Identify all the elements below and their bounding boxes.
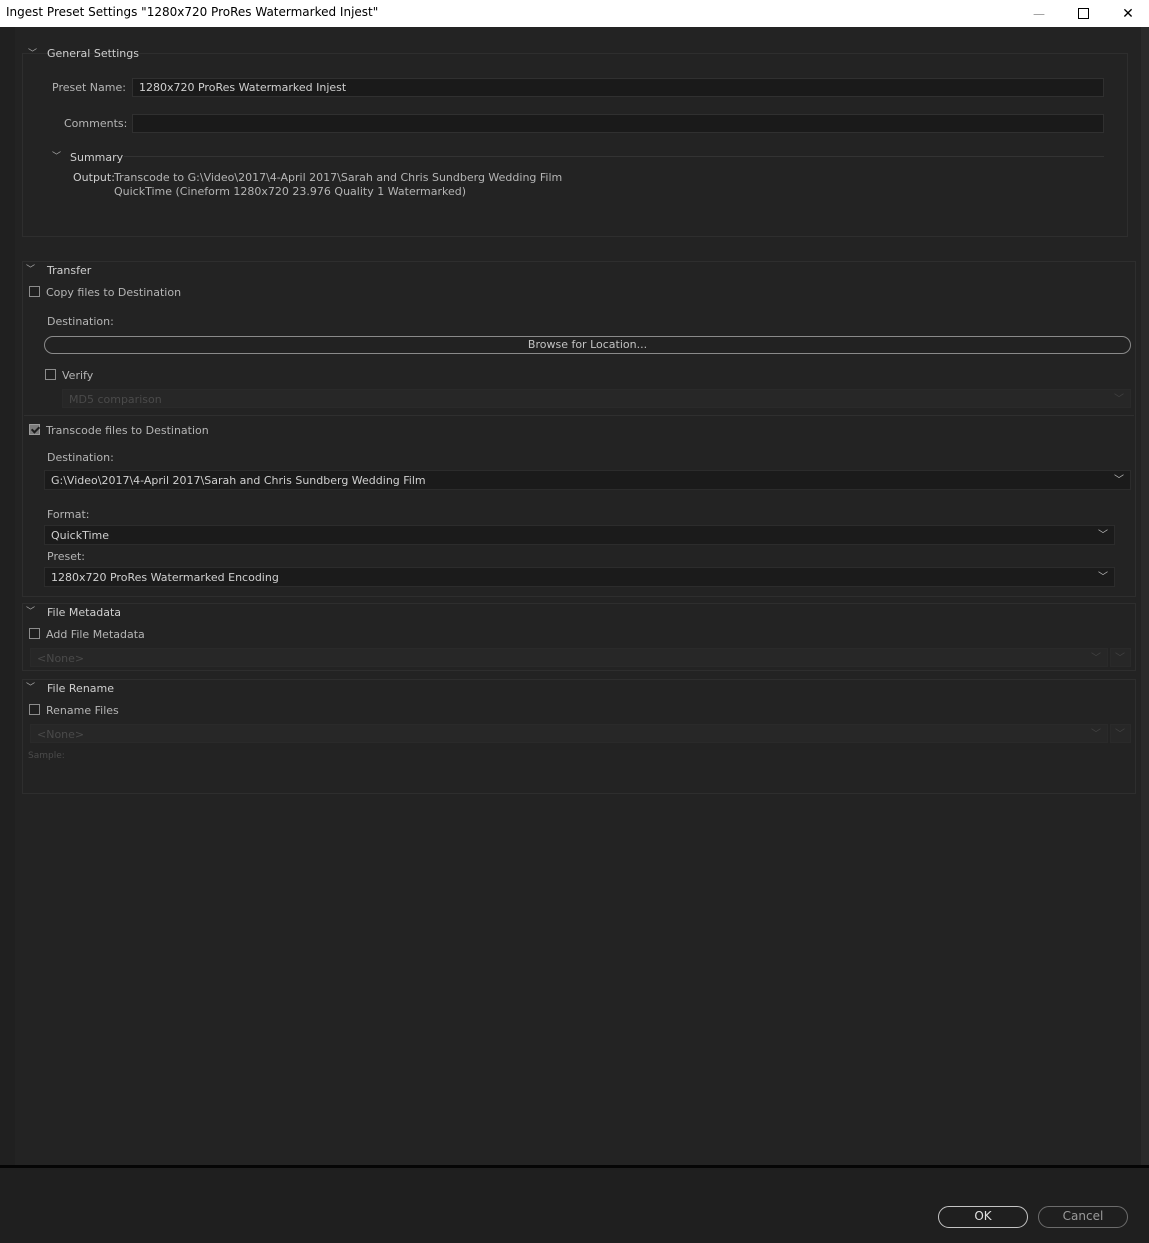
copy-destination-label: Destination: bbox=[47, 315, 114, 328]
file-metadata-heading: File Metadata bbox=[47, 606, 121, 619]
maximize-icon bbox=[1077, 8, 1089, 19]
ok-button[interactable]: OK bbox=[938, 1206, 1028, 1228]
summary-divider bbox=[124, 156, 1104, 157]
format-select[interactable]: QuickTime ﹀ bbox=[44, 525, 1115, 545]
chevron-down-icon[interactable]: ﹀ bbox=[26, 262, 35, 275]
format-label: Format: bbox=[47, 508, 90, 521]
chevron-down-icon: ﹀ bbox=[1091, 653, 1101, 664]
browse-location-button[interactable]: Browse for Location... bbox=[44, 336, 1131, 354]
title-bar: Ingest Preset Settings "1280x720 ProRes … bbox=[0, 0, 1149, 27]
verify-method-select[interactable]: MD5 comparison ﹀ bbox=[62, 389, 1131, 408]
rename-options-button[interactable]: ﹀ bbox=[1110, 724, 1131, 743]
chevron-down-icon: ﹀ bbox=[1098, 530, 1108, 541]
close-icon: ✕ bbox=[1122, 5, 1134, 22]
output-line-1: Transcode to G:\Video\2017\4-April 2017\… bbox=[114, 171, 563, 184]
maximize-button[interactable] bbox=[1060, 0, 1106, 27]
chevron-down-icon: ﹀ bbox=[1091, 729, 1101, 740]
output-line-2: QuickTime (Cineform 1280x720 23.976 Qual… bbox=[114, 185, 467, 198]
metadata-options-button[interactable]: ﹀ bbox=[1110, 648, 1131, 667]
rename-template-value: <None> bbox=[37, 728, 85, 741]
rename-template-select[interactable]: <None> ﹀ bbox=[30, 724, 1108, 743]
chevron-down-icon: ﹀ bbox=[1115, 729, 1125, 740]
transfer-heading: Transfer bbox=[47, 264, 92, 277]
chevron-down-icon: ﹀ bbox=[1114, 475, 1124, 486]
general-settings-heading: General Settings bbox=[47, 47, 139, 60]
transfer-divider bbox=[24, 415, 1134, 416]
chevron-down-icon[interactable]: ﹀ bbox=[28, 46, 37, 59]
chevron-down-icon: ﹀ bbox=[1114, 394, 1124, 405]
transcode-files-checkbox[interactable] bbox=[29, 424, 40, 435]
preset-label: Preset: bbox=[47, 550, 86, 563]
transcode-destination-select[interactable]: G:\Video\2017\4-April 2017\Sarah and Chr… bbox=[44, 470, 1131, 490]
comments-input[interactable] bbox=[132, 114, 1104, 133]
transcode-destination-label: Destination: bbox=[47, 451, 114, 464]
metadata-template-value: <None> bbox=[37, 652, 85, 665]
left-gutter bbox=[0, 27, 15, 1165]
chevron-down-icon[interactable]: ﹀ bbox=[26, 604, 35, 617]
summary-heading: Summary bbox=[70, 151, 124, 164]
copy-files-label: Copy files to Destination bbox=[46, 286, 182, 299]
scrollbar[interactable] bbox=[1141, 27, 1149, 1165]
verify-method-value: MD5 comparison bbox=[69, 393, 162, 406]
preset-select[interactable]: 1280x720 ProRes Watermarked Encoding ﹀ bbox=[44, 567, 1115, 587]
chevron-down-icon: ﹀ bbox=[1098, 572, 1108, 583]
minimize-button[interactable]: — bbox=[1016, 0, 1062, 27]
transcode-files-label: Transcode files to Destination bbox=[46, 424, 209, 437]
preset-value: 1280x720 ProRes Watermarked Encoding bbox=[51, 571, 279, 584]
add-metadata-label: Add File Metadata bbox=[46, 628, 145, 641]
comments-label: Comments: bbox=[64, 117, 128, 130]
copy-files-checkbox[interactable] bbox=[29, 286, 40, 297]
metadata-template-select[interactable]: <None> ﹀ bbox=[30, 648, 1108, 667]
add-metadata-checkbox[interactable] bbox=[29, 628, 40, 639]
chevron-down-icon: ﹀ bbox=[1115, 653, 1125, 664]
preset-name-label: Preset Name: bbox=[52, 81, 126, 94]
output-label: Output: bbox=[73, 171, 115, 184]
close-button[interactable]: ✕ bbox=[1105, 0, 1149, 27]
window-title: Ingest Preset Settings "1280x720 ProRes … bbox=[6, 5, 379, 19]
sample-label: Sample: bbox=[28, 751, 65, 761]
cancel-button[interactable]: Cancel bbox=[1038, 1206, 1128, 1228]
minimize-icon: — bbox=[1033, 6, 1045, 21]
verify-checkbox[interactable] bbox=[45, 369, 56, 380]
format-value: QuickTime bbox=[51, 529, 110, 542]
file-rename-heading: File Rename bbox=[47, 682, 115, 695]
chevron-down-icon[interactable]: ﹀ bbox=[52, 149, 61, 162]
chevron-down-icon[interactable]: ﹀ bbox=[26, 680, 35, 693]
rename-files-label: Rename Files bbox=[46, 704, 119, 717]
verify-label: Verify bbox=[62, 369, 94, 382]
rename-files-checkbox[interactable] bbox=[29, 704, 40, 715]
preset-name-input[interactable]: 1280x720 ProRes Watermarked Injest bbox=[132, 78, 1104, 97]
transcode-destination-value: G:\Video\2017\4-April 2017\Sarah and Chr… bbox=[51, 474, 426, 487]
